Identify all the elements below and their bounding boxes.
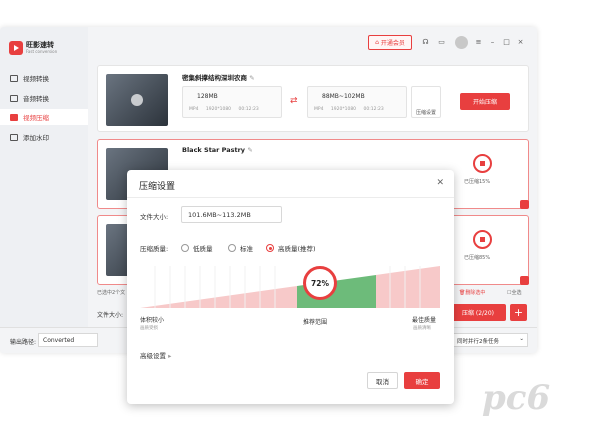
add-file-button[interactable]: + bbox=[510, 304, 527, 321]
nav-video-convert[interactable]: 视频转换 bbox=[0, 70, 88, 86]
video-title: Black Star Pastry ✎ bbox=[182, 146, 253, 154]
nav-add-watermark[interactable]: 添加水印 bbox=[0, 129, 88, 145]
quality-label: 压缩质量: bbox=[140, 245, 169, 253]
close-window-icon[interactable]: × bbox=[517, 39, 524, 46]
maximize-icon[interactable]: □ bbox=[503, 39, 510, 46]
edit-icon[interactable]: ✎ bbox=[249, 74, 254, 82]
dialog-title: 压缩设置 bbox=[139, 182, 176, 192]
site-watermark: pc6 bbox=[482, 378, 551, 418]
nav-label: 添加水印 bbox=[23, 134, 49, 142]
compress-settings-button[interactable]: 压缩设置 bbox=[411, 86, 441, 118]
middle-label: 推荐范围 bbox=[303, 319, 328, 326]
video-card-1: 密集斜撑结构深圳农商 ✎ 128MB MP4 1920*1080 00:12:2… bbox=[97, 65, 529, 132]
quality-low-radio[interactable]: 低质量 bbox=[181, 243, 213, 253]
parallel-task-select[interactable]: 同时并行2条任务 ⌄ bbox=[452, 333, 528, 347]
radio-icon bbox=[181, 244, 189, 252]
video-icon bbox=[10, 74, 18, 82]
nav-label: 视频压缩 bbox=[23, 114, 49, 122]
message-icon[interactable]: ▭ bbox=[438, 39, 445, 46]
radio-label: 低质量 bbox=[193, 245, 213, 253]
left-sub: 画质受损 bbox=[140, 326, 158, 331]
watermark-icon bbox=[10, 133, 18, 141]
output-path-select[interactable]: Converted bbox=[38, 333, 98, 347]
target-meta: MP4 1920*1080 00:12:23 bbox=[314, 107, 384, 112]
minimize-icon[interactable]: – bbox=[489, 39, 496, 46]
radio-label: 高质量(推荐) bbox=[278, 245, 316, 253]
compress-icon bbox=[10, 113, 18, 121]
menu-icon[interactable]: ≡ bbox=[475, 39, 482, 46]
checked-icon[interactable] bbox=[520, 200, 529, 209]
right-sub: 画质清晰 bbox=[413, 326, 431, 331]
play-icon[interactable] bbox=[131, 94, 143, 106]
target-info: 88MB~102MB MP4 1920*1080 00:12:23 bbox=[307, 86, 407, 118]
video-title: 密集斜撑结构深圳农商 ✎ bbox=[182, 74, 255, 82]
source-meta: MP4 1920*1080 00:12:23 bbox=[189, 107, 259, 112]
advanced-settings-toggle[interactable]: 高级设置 ▸ bbox=[140, 350, 171, 360]
right-label: 最佳质量 bbox=[412, 317, 437, 324]
app-logo-icon bbox=[9, 41, 23, 55]
checked-icon[interactable] bbox=[520, 276, 529, 285]
slider-value: 72% bbox=[311, 278, 329, 288]
chevron-right-icon: ▸ bbox=[168, 352, 172, 360]
start-compress-button[interactable]: 开始压缩 bbox=[460, 93, 510, 110]
sidebar: 旺影速转 Fast conversion 视频转换 音频转换 视频压缩 添加水印 bbox=[0, 27, 88, 353]
source-size: 128MB bbox=[197, 93, 218, 100]
source-info: 128MB MP4 1920*1080 00:12:23 bbox=[182, 86, 282, 118]
stop-icon[interactable] bbox=[473, 154, 492, 173]
headset-icon[interactable]: ☊ bbox=[422, 39, 429, 46]
slider-handle[interactable]: 72% bbox=[303, 266, 337, 300]
target-size: 88MB~102MB bbox=[322, 93, 365, 100]
quality-slider-track[interactable] bbox=[140, 266, 440, 308]
progress-text: 已压缩15% bbox=[464, 179, 491, 185]
video-thumbnail[interactable] bbox=[106, 74, 168, 126]
nav-label: 音频转换 bbox=[23, 95, 49, 103]
divider bbox=[127, 197, 454, 198]
compress-all-button[interactable]: 压缩 (2/20) bbox=[450, 304, 506, 321]
chevron-down-icon: ⌄ bbox=[519, 336, 524, 342]
radio-checked-icon bbox=[266, 244, 274, 252]
brand-subtitle: Fast conversion bbox=[26, 49, 58, 54]
stop-icon[interactable] bbox=[473, 230, 492, 249]
progress-text: 已压缩85% bbox=[464, 255, 491, 261]
nav-video-compress[interactable]: 视频压缩 bbox=[0, 109, 88, 125]
nav-audio-convert[interactable]: 音频转换 bbox=[0, 90, 88, 106]
filesize-label: 文件大小: bbox=[140, 213, 169, 221]
audio-icon bbox=[10, 94, 18, 102]
delete-selected-button[interactable]: 🗑删除选中 bbox=[459, 289, 485, 296]
close-icon[interactable]: ✕ bbox=[436, 178, 444, 188]
nav-label: 视频转换 bbox=[23, 75, 49, 83]
cancel-button[interactable]: 取消 bbox=[367, 372, 398, 389]
filesize-label: 文件大小: bbox=[97, 312, 124, 319]
quality-high-radio[interactable]: 高质量(推荐) bbox=[266, 243, 316, 253]
top-bar: ⌂ 开通会员 ☊ ▭ ≡ – □ × bbox=[88, 27, 537, 59]
radio-icon bbox=[228, 244, 236, 252]
radio-label: 标准 bbox=[240, 245, 253, 253]
avatar[interactable] bbox=[455, 36, 468, 49]
start-label: 开始压缩 bbox=[472, 99, 497, 106]
output-path-label: 输出路径: bbox=[10, 339, 37, 346]
ok-button[interactable]: 确定 bbox=[404, 372, 440, 389]
filesize-input[interactable]: 101.6MB~113.2MB bbox=[181, 206, 282, 223]
vip-button[interactable]: ⌂ 开通会员 bbox=[368, 35, 412, 50]
shuffle-icon: ⇄ bbox=[290, 96, 298, 106]
home-icon: ⌂ bbox=[375, 39, 379, 46]
vip-label: 开通会员 bbox=[380, 40, 405, 47]
select-all-checkbox[interactable]: ☐全选 bbox=[507, 289, 522, 296]
settings-label: 压缩设置 bbox=[415, 110, 436, 116]
left-label: 体积较小 bbox=[140, 317, 165, 324]
edit-icon[interactable]: ✎ bbox=[247, 146, 252, 154]
compress-settings-dialog: 压缩设置 ✕ 文件大小: 101.6MB~113.2MB 压缩质量: 低质量 标… bbox=[127, 170, 454, 404]
selected-count: 已选中2个文 bbox=[97, 290, 126, 296]
quality-standard-radio[interactable]: 标准 bbox=[228, 243, 253, 253]
